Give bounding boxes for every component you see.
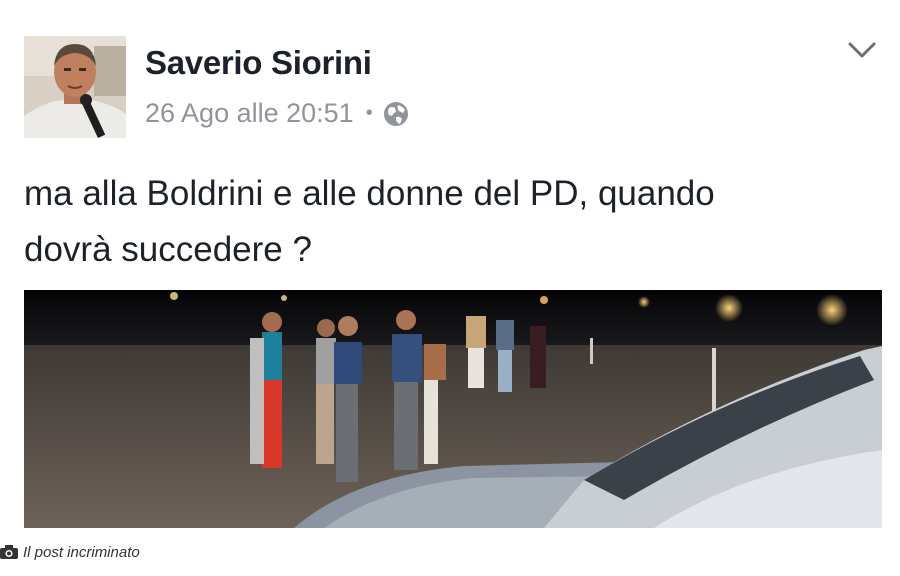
meta-separator: • (365, 102, 373, 124)
avatar[interactable] (24, 36, 126, 138)
post-text: ma alla Boldrini e alle donne del PD, qu… (24, 166, 864, 278)
post-photo[interactable] (24, 290, 882, 528)
chevron-down-icon[interactable] (846, 40, 878, 62)
post-meta: 26 Ago alle 20:51 • (145, 98, 409, 129)
post-text-line: ma alla Boldrini e alle donne del PD, qu… (24, 174, 715, 213)
globe-icon (383, 101, 409, 127)
facebook-post: Saverio Siorini 26 Ago alle 20:51 • ma a… (0, 0, 900, 540)
caption-text: Il post incriminato (23, 543, 140, 561)
post-timestamp[interactable]: 26 Ago alle 20:51 (145, 98, 354, 129)
post-text-line: dovrà succedere ? (24, 230, 312, 269)
camera-icon (0, 545, 18, 559)
photo-caption: Il post incriminato (0, 541, 140, 563)
author-name[interactable]: Saverio Siorini (145, 44, 372, 82)
